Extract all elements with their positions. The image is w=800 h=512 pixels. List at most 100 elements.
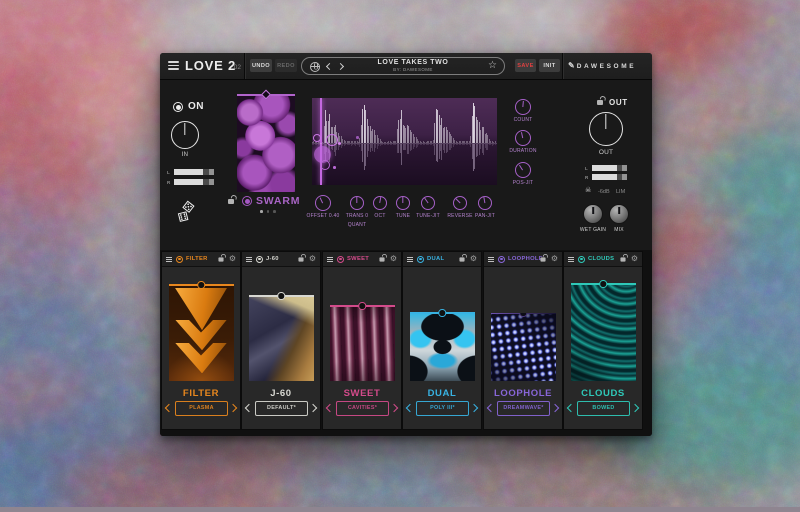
module-slider-handle[interactable] — [599, 280, 607, 288]
module-preset-selector[interactable]: BOWED — [577, 401, 630, 416]
open-lock-icon[interactable] — [459, 257, 464, 261]
header-bar: LOVE 2 .02 UNDO REDO LOVE TAKES TWO BY: … — [160, 53, 652, 80]
module-radio-icon[interactable] — [256, 256, 263, 263]
module-radio-icon[interactable] — [498, 256, 505, 263]
hamburger-icon[interactable] — [488, 257, 494, 264]
module-slider-handle[interactable] — [197, 281, 205, 289]
redo-button[interactable]: REDO — [275, 59, 297, 72]
quant-label[interactable]: QUANT — [340, 222, 374, 228]
gear-icon[interactable]: ⚙ — [229, 255, 236, 263]
gear-icon[interactable]: ⚙ — [551, 255, 558, 263]
count-knob[interactable] — [515, 99, 531, 115]
chevron-left-icon[interactable] — [326, 404, 334, 412]
module-header: J-60 ⚙ — [242, 252, 320, 267]
module-artwork[interactable] — [571, 284, 636, 381]
module-artwork[interactable] — [330, 306, 395, 381]
star-icon[interactable]: ☆ — [488, 60, 497, 71]
chevron-right-icon[interactable] — [551, 404, 559, 412]
wet-gain-knob[interactable] — [583, 204, 603, 224]
chevron-right-icon[interactable] — [390, 404, 398, 412]
chevron-right-icon[interactable] — [470, 404, 478, 412]
open-lock-icon[interactable] — [379, 257, 384, 261]
hamburger-icon[interactable] — [246, 257, 252, 264]
module-radio-icon[interactable] — [337, 256, 344, 263]
position-jitter-knob[interactable] — [515, 162, 531, 178]
module-artwork[interactable] — [249, 296, 314, 381]
swarm-artwork[interactable] — [237, 95, 295, 192]
module-slider-handle[interactable] — [358, 302, 366, 310]
swarm-name: SWARM — [256, 195, 300, 207]
chevron-left-icon[interactable] — [406, 404, 414, 412]
open-lock-icon[interactable] — [298, 257, 303, 261]
module-slider-handle[interactable] — [277, 292, 285, 300]
duration-knob[interactable] — [515, 130, 531, 146]
gear-icon[interactable]: ⚙ — [631, 255, 638, 263]
preset-browser[interactable]: LOVE TAKES TWO BY: DAWESOME ☆ — [301, 57, 505, 75]
chevron-left-icon[interactable] — [487, 404, 495, 412]
chevron-right-icon[interactable] — [337, 62, 344, 69]
hamburger-icon[interactable] — [327, 257, 333, 264]
module-artwork[interactable] — [169, 285, 234, 381]
tune-jitter-knob[interactable] — [421, 196, 435, 210]
chevron-left-icon[interactable] — [567, 404, 575, 412]
chevron-left-icon[interactable] — [326, 62, 333, 69]
module-artwork[interactable] — [491, 313, 556, 381]
limiter-toggle[interactable]: LIM — [616, 189, 625, 195]
module-radio-icon[interactable] — [578, 256, 585, 263]
chevron-right-icon[interactable] — [229, 404, 237, 412]
pan-jitter-knob[interactable] — [478, 196, 492, 210]
module-preset-selector[interactable]: POLY III* — [416, 401, 469, 416]
open-lock-icon[interactable] — [597, 100, 603, 105]
out-gain-knob[interactable] — [589, 112, 623, 146]
save-button[interactable]: SAVE — [515, 59, 536, 72]
module-radio-icon[interactable] — [176, 256, 183, 263]
module-slider-handle[interactable] — [438, 309, 446, 317]
chevron-right-icon[interactable] — [631, 404, 639, 412]
open-lock-icon[interactable] — [620, 257, 625, 261]
in-gain-knob[interactable] — [171, 121, 199, 149]
swarm-page-dots[interactable] — [260, 210, 276, 213]
open-lock-icon[interactable] — [218, 257, 223, 261]
grain-bubble — [326, 134, 338, 146]
power-icon[interactable] — [173, 102, 183, 112]
trans-knob[interactable] — [350, 196, 364, 210]
hamburger-icon[interactable] — [568, 257, 574, 264]
mix-knob[interactable] — [609, 204, 629, 224]
module-slider-handle[interactable] — [519, 313, 527, 317]
dice-icon[interactable]: ⚄⚅ — [177, 201, 201, 227]
module-radio-icon[interactable] — [417, 256, 424, 263]
module-preset-selector[interactable]: CAVITIES* — [336, 401, 389, 416]
skull-icon[interactable]: ☠ — [585, 187, 591, 194]
swarm-slider-handle[interactable] — [261, 90, 271, 100]
swarm-radio-icon[interactable] — [242, 196, 252, 206]
reverse-knob[interactable] — [453, 196, 467, 210]
module-preset-selector[interactable]: DREAMWAVE* — [497, 401, 550, 416]
gear-icon[interactable]: ⚙ — [390, 255, 397, 263]
module-preset-selector[interactable]: PLASMA — [175, 401, 228, 416]
gear-icon[interactable]: ⚙ — [309, 255, 316, 263]
hamburger-icon[interactable] — [407, 257, 413, 264]
grain-bubble — [333, 166, 336, 169]
offset-knob[interactable] — [315, 195, 331, 211]
open-lock-icon[interactable] — [540, 257, 545, 261]
hamburger-icon[interactable] — [166, 257, 172, 264]
chevron-left-icon[interactable] — [165, 404, 173, 412]
globe-icon[interactable] — [310, 62, 320, 72]
module-title: DUAL — [427, 256, 444, 262]
gear-icon[interactable]: ⚙ — [470, 255, 477, 263]
open-lock-icon[interactable] — [228, 199, 234, 204]
hamburger-icon[interactable] — [168, 61, 179, 70]
playhead[interactable] — [320, 98, 322, 185]
mix-label: MIX — [604, 227, 634, 233]
waveform-display[interactable] — [312, 98, 497, 185]
init-button[interactable]: INIT — [539, 59, 560, 72]
headroom-toggle[interactable]: -6dB — [598, 189, 610, 195]
module-preset-selector[interactable]: DEFAULT* — [255, 401, 308, 416]
undo-button[interactable]: UNDO — [250, 59, 272, 72]
oct-knob[interactable] — [373, 196, 387, 210]
module-artwork[interactable] — [410, 313, 475, 381]
grain-bubble — [320, 160, 330, 170]
chevron-left-icon[interactable] — [245, 404, 253, 412]
chevron-right-icon[interactable] — [309, 404, 317, 412]
tune-knob[interactable] — [396, 196, 410, 210]
